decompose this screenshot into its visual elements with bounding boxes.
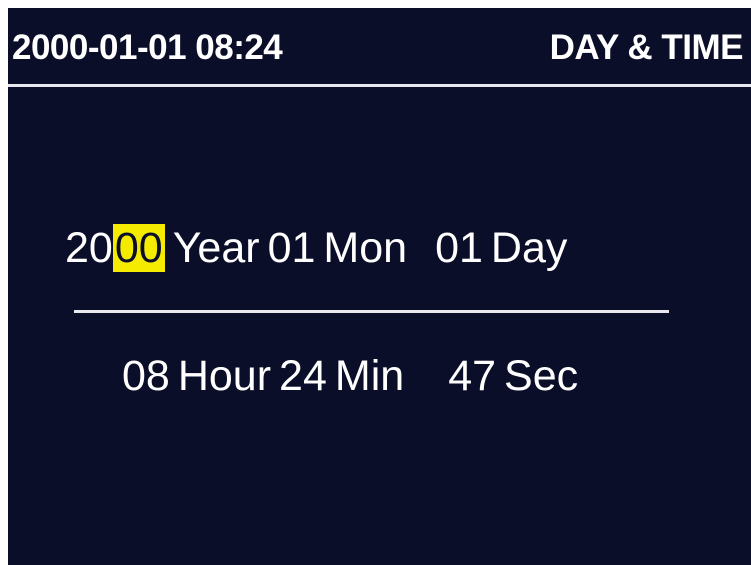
header-divider: [8, 84, 751, 87]
hour-value[interactable]: 08: [122, 352, 170, 400]
minute-value[interactable]: 24: [279, 352, 327, 400]
year-field[interactable]: 2000: [65, 223, 165, 273]
day-value[interactable]: 01: [435, 224, 483, 272]
minute-label: Min: [334, 352, 405, 400]
day-time-screen: 2000-01-01 08:24 DAY & TIME 2000 Year 01 Mo…: [8, 8, 751, 565]
date-row: 2000 Year 01 Mon 01 Day: [65, 223, 567, 273]
year-value-prefix: 20: [65, 224, 113, 272]
date-time-divider: [74, 310, 669, 313]
hour-label: Hour: [177, 352, 272, 400]
time-row: 08 Hour 24 Min 47 Sec: [122, 351, 578, 401]
header-title: DAY & TIME: [549, 28, 744, 67]
month-value[interactable]: 01: [268, 224, 316, 272]
second-value[interactable]: 47: [448, 352, 496, 400]
header-current-datetime: 2000-01-01 08:24: [12, 28, 283, 67]
year-value-cursor[interactable]: 00: [112, 224, 165, 272]
day-label: Day: [490, 224, 568, 272]
second-label: Sec: [504, 352, 579, 400]
month-label: Mon: [323, 224, 408, 272]
year-label: Year: [172, 224, 260, 272]
